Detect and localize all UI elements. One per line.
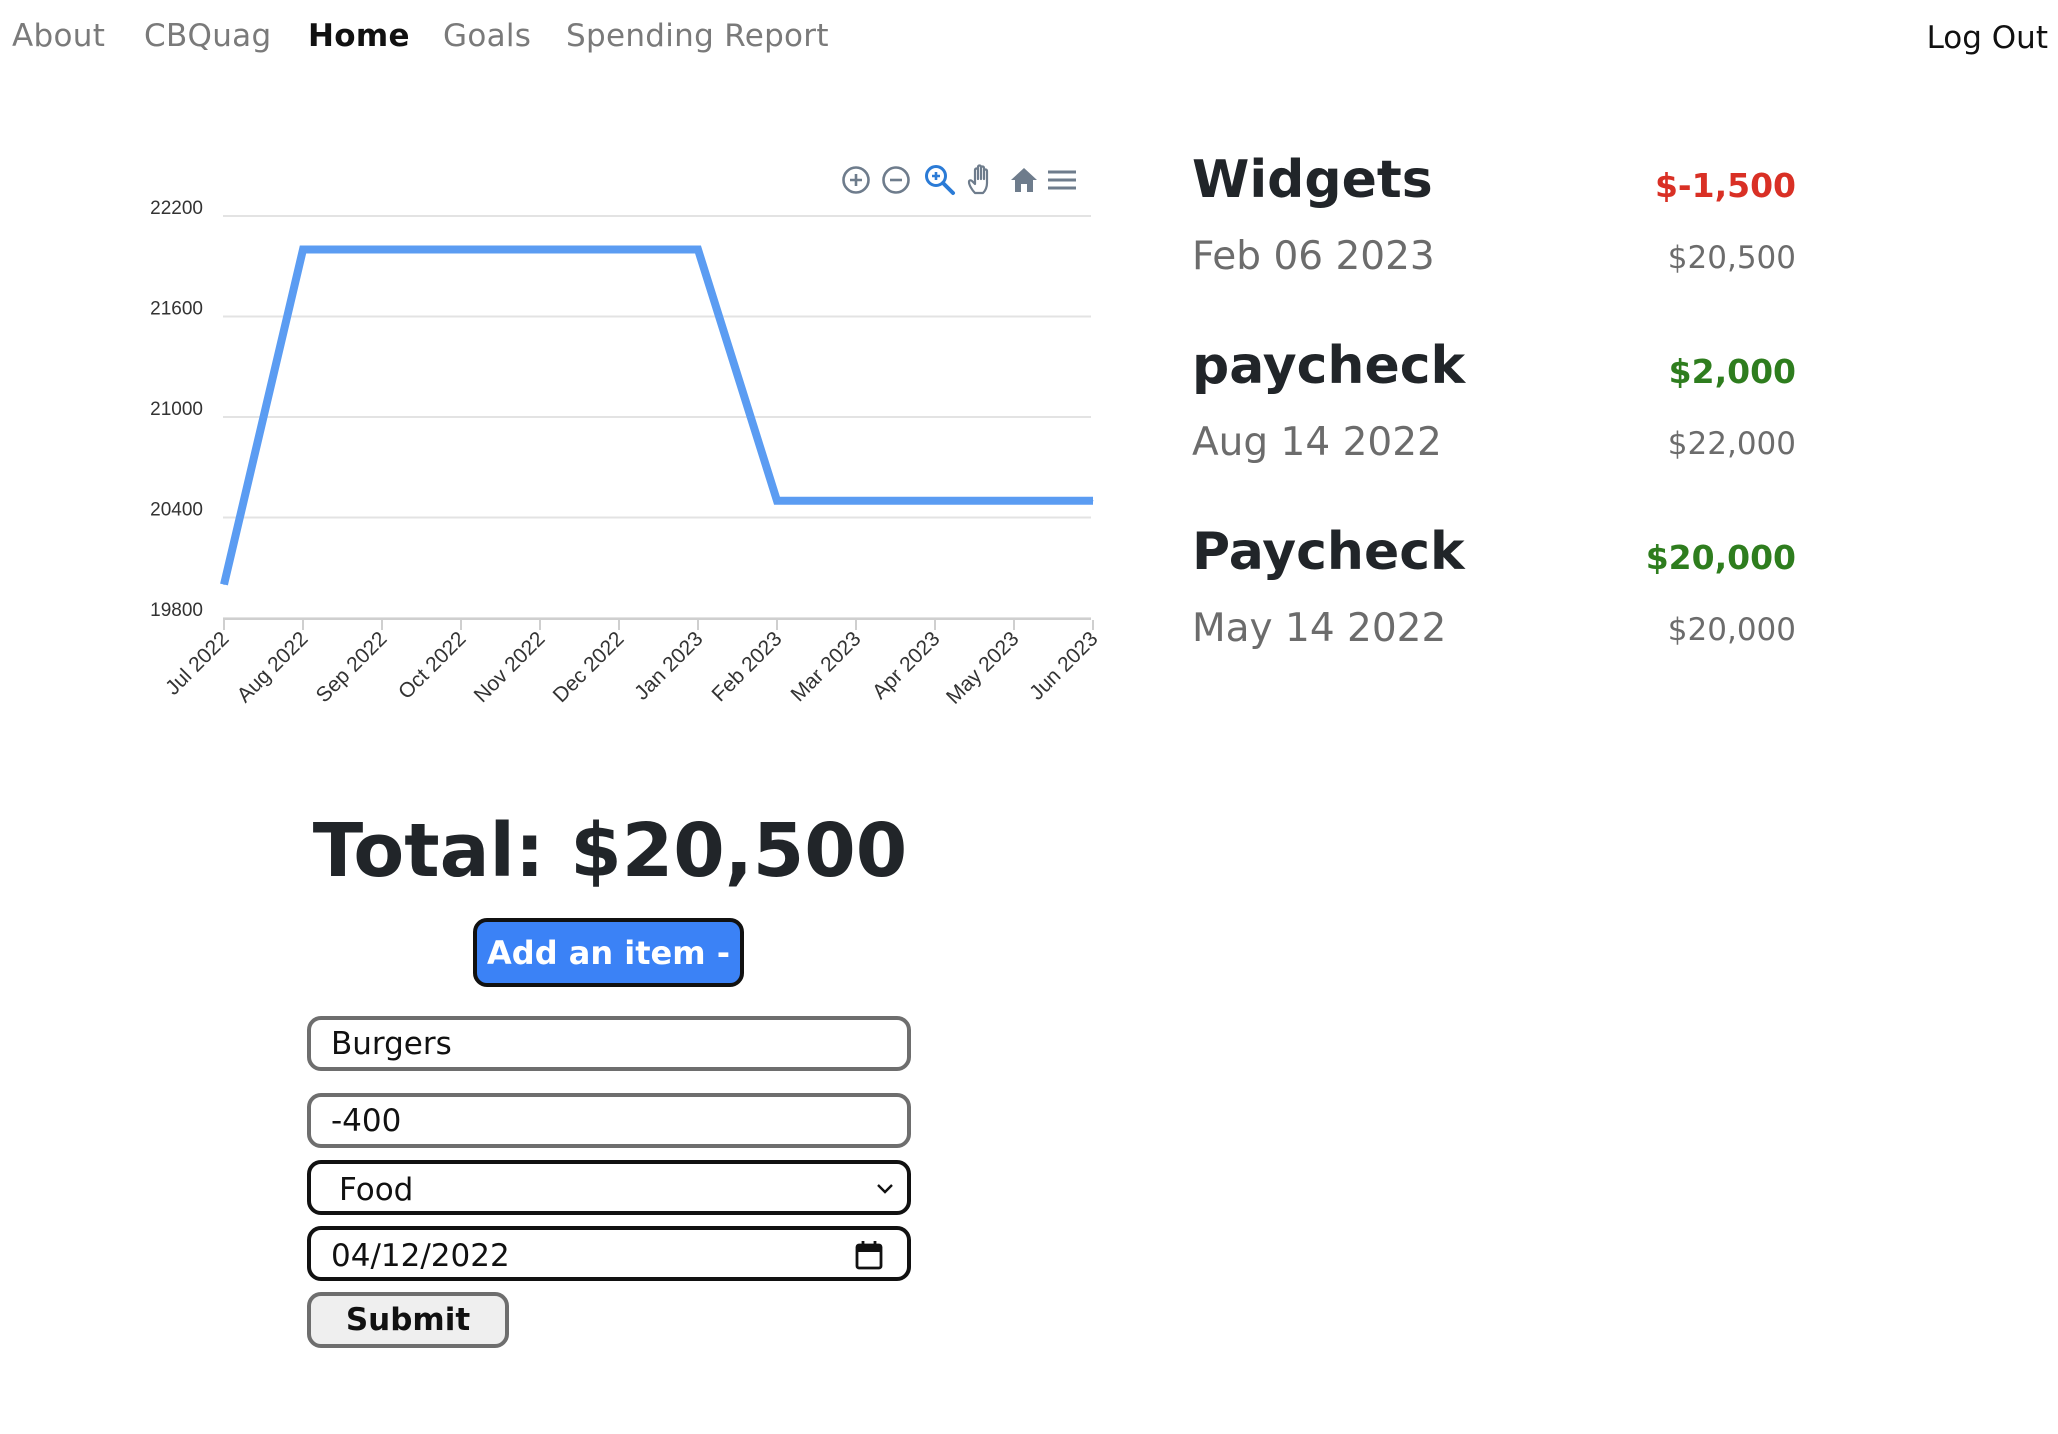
submit-button[interactable]: Submit [307,1292,509,1348]
transaction-date: May 14 2022 [1192,606,1447,651]
category-selected-value: Food [339,1172,414,1208]
transaction-balance: $22,000 [1667,426,1796,462]
x-tick-label: Jul 2022 [161,627,233,699]
y-tick-label: 20400 [150,500,203,521]
top-nav: About CBQuag Home Goals Spending Report … [0,0,2058,84]
chevron-down-icon [875,1180,895,1199]
add-item-toggle-button[interactable]: Add an item - [473,918,744,987]
transaction-date: Aug 14 2022 [1192,420,1442,465]
y-tick-label: 21000 [150,399,203,420]
data-point [539,249,541,250]
x-tick-label: May 2023 [942,627,1023,708]
logout-link[interactable]: Log Out [1927,20,2048,56]
item-name-input[interactable] [307,1016,911,1071]
y-tick-label: 19800 [150,600,203,621]
x-tick-label: Jan 2023 [630,627,707,704]
nav-item-home[interactable]: Home [308,18,410,54]
transaction-item: paycheck $2,000 Aug 14 2022 $22,000 [1192,336,1796,522]
data-point [302,249,304,250]
nav-item-about[interactable]: About [12,18,105,54]
transaction-balance: $20,500 [1667,240,1796,276]
calendar-icon[interactable] [855,1240,883,1274]
data-point [618,249,620,250]
item-date-input[interactable]: 04/12/2022 [307,1226,911,1281]
total-balance: Total: $20,500 [312,808,908,894]
nav-item-spending-report[interactable]: Spending Report [566,18,829,54]
x-tick-label: Sep 2022 [312,627,392,707]
x-tick-label: Jun 2023 [1025,627,1102,704]
data-point [1092,500,1094,502]
data-point [934,500,936,502]
data-point [223,584,225,585]
transaction-item: Paycheck $20,000 May 14 2022 $20,000 [1192,522,1796,708]
item-amount-input[interactable] [307,1093,911,1148]
category-select[interactable]: Food [307,1160,911,1215]
transaction-list: Widgets $-1,500 Feb 06 2023 $20,500 payc… [1192,150,1796,708]
transaction-amount: $20,000 [1645,538,1796,577]
chart-plot: 19800 20400 21000 21600 22200 Jul 2022 Aug 202… [150,198,1102,709]
x-tick-label: Mar 2023 [787,627,866,706]
transaction-balance: $20,000 [1667,612,1796,648]
transaction-name: Paycheck [1192,522,1465,582]
data-point [776,500,778,502]
data-point [1013,500,1015,502]
data-point [381,249,383,250]
transaction-name: Widgets [1192,150,1433,210]
x-tick-label: Nov 2022 [470,627,550,707]
x-tick-label: Aug 2022 [233,627,313,707]
date-value: 04/12/2022 [331,1238,510,1274]
nav-item-cbquag[interactable]: CBQuag [144,18,271,54]
x-tick-label: Apr 2023 [868,627,945,704]
transaction-name: paycheck [1192,336,1466,396]
x-tick-label: Oct 2022 [394,627,471,704]
y-tick-label: 22200 [150,198,203,219]
x-tick-label: Dec 2022 [549,627,629,707]
transaction-item: Widgets $-1,500 Feb 06 2023 $20,500 [1192,150,1796,336]
balance-chart: 19800 20400 21000 21600 22200 Jul 2022 Aug 202… [120,150,1120,730]
y-tick-label: 21600 [150,299,203,320]
data-point [460,249,462,250]
data-point [855,500,857,502]
x-tick-label: Feb 2023 [708,627,787,706]
transaction-date: Feb 06 2023 [1192,234,1435,279]
data-point [697,249,699,250]
transaction-amount: $-1,500 [1654,166,1796,205]
nav-item-goals[interactable]: Goals [443,18,531,54]
transaction-amount: $2,000 [1668,352,1796,391]
